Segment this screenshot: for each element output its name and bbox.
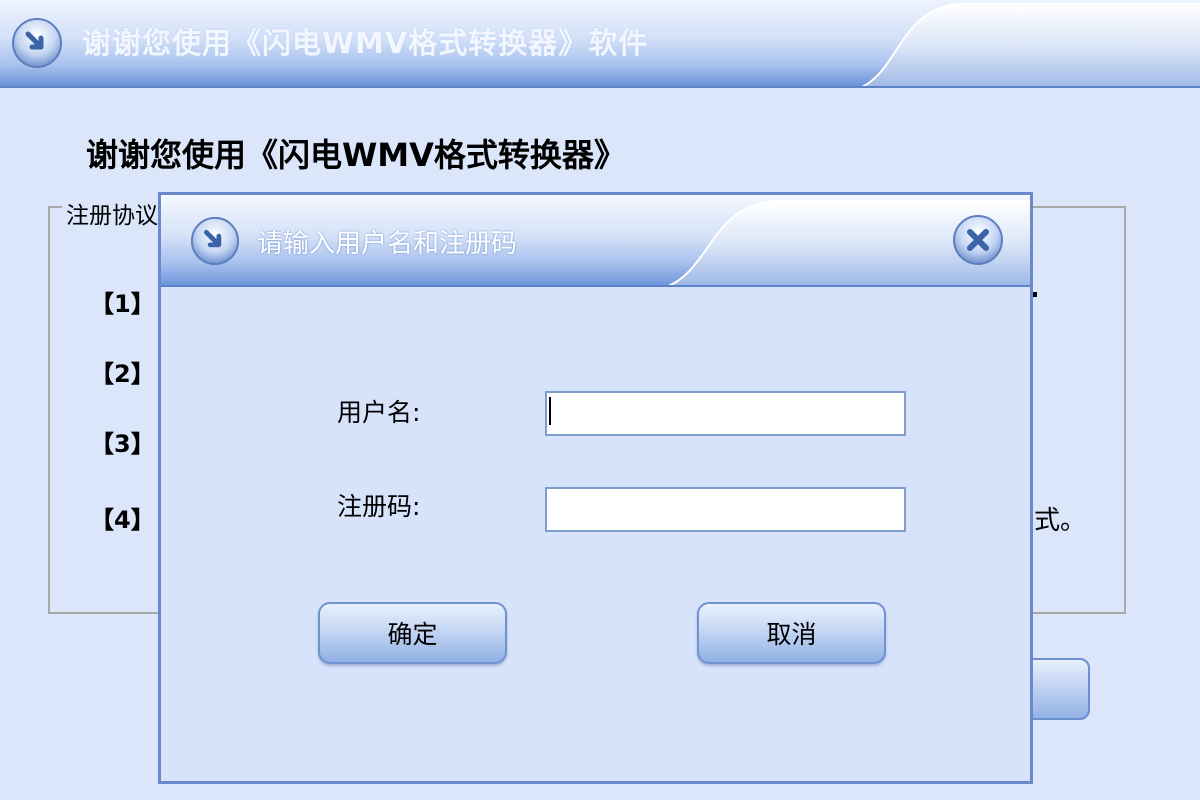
arrow-orb-icon [12,18,62,68]
cancel-button[interactable]: 取消 [697,602,886,664]
agreement-item-1: 【1】 [90,290,155,318]
regcode-field[interactable] [545,487,906,532]
main-heading: 谢谢您使用《闪电WMV格式转换器》 [86,136,626,174]
arrow-orb-icon [190,216,240,266]
titlebar-swoosh [861,3,1200,86]
text-caret [549,397,551,425]
ok-button[interactable]: 确定 [318,602,507,664]
main-titlebar[interactable]: 谢谢您使用《闪电WMV格式转换器》软件 [0,0,1200,88]
agreement-groupbox-label: 注册协议 [62,196,162,230]
agreement-item-4: 【4】 [90,506,155,534]
register-dialog: 请输入用户名和注册码 用户名: 注册码: 确定 取消 [158,192,1033,784]
agreement-item-2: 【2】 [90,360,155,388]
username-label: 用户名: [337,398,421,427]
dialog-title: 请输入用户名和注册码 [257,229,518,259]
username-field[interactable] [545,391,906,436]
agreement-item-3: 【3】 [90,430,155,458]
close-x-icon[interactable] [951,213,1005,267]
dialog-titlebar[interactable]: 请输入用户名和注册码 [161,195,1030,287]
regcode-label: 注册码: [337,492,421,521]
agreement-item-4-tail: 式。 [1034,506,1087,536]
main-window-title: 谢谢您使用《闪电WMV格式转换器》软件 [82,26,649,60]
